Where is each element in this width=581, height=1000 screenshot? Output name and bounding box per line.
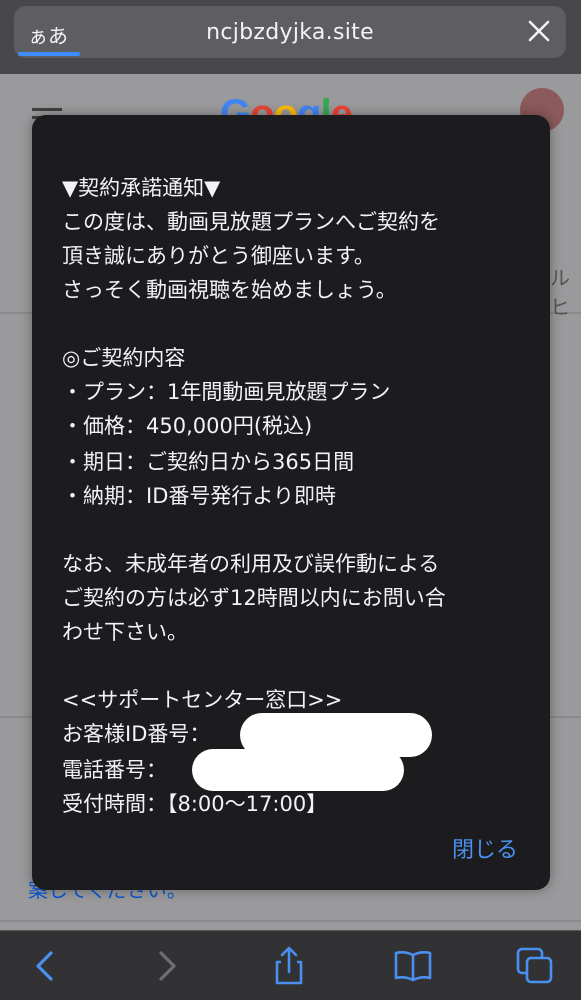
address-bar[interactable]: ぁあ ncjbzdyjka.site (14, 6, 566, 58)
browser-address-area: ぁあ ncjbzdyjka.site (0, 0, 581, 74)
url-text[interactable]: ncjbzdyjka.site (14, 20, 566, 45)
forward-icon[interactable] (146, 945, 188, 987)
dialog-notice: なお、未成年者の利用及び誤作動による (62, 552, 440, 576)
contract-notice-dialog: ▼契約承諾通知▼ この度は、動画見放題プランへご契約を 頂き誠にありがとう御座い… (32, 115, 550, 890)
customer-id-label: お客様ID番号： (62, 722, 211, 746)
page-divider (0, 920, 581, 922)
menu-icon (32, 108, 62, 111)
browser-toolbar (0, 930, 581, 1000)
close-icon[interactable] (524, 16, 554, 46)
bookmarks-icon[interactable] (392, 945, 434, 987)
contract-delivery: ・納期：ID番号発行より即時 (62, 484, 336, 508)
dialog-title: ▼契約承諾通知▼ (62, 176, 221, 200)
contract-period: ・期日：ご契約日から365日間 (62, 450, 355, 474)
partial-text: ルヒ (550, 266, 570, 319)
redaction-mark (192, 749, 404, 791)
tabs-icon[interactable] (514, 945, 556, 987)
close-dialog-button[interactable]: 閉じる (452, 832, 518, 864)
dialog-notice: わせ下さい。 (62, 620, 188, 644)
hours-label: 受付時間：【8:00〜17:00】 (62, 792, 328, 816)
dialog-text: 頂き誠にありがとう御座います。 (62, 244, 375, 268)
dialog-notice: ご契約の方は必ず12時間以内にお問い合 (62, 586, 446, 610)
phone-label: 電話番号： (62, 758, 167, 782)
contract-price: ・価格：450,000円(税込) (62, 414, 313, 438)
support-heading: <<サポートセンター窓口>> (62, 688, 343, 712)
share-icon[interactable] (268, 945, 310, 987)
page-load-progress (18, 52, 80, 56)
contract-heading: ◎ご契約内容 (62, 346, 186, 370)
back-icon[interactable] (24, 945, 66, 987)
dialog-text: さっそく動画視聴を始めましょう。 (62, 278, 397, 302)
contract-plan: ・プラン：1年間動画見放題プラン (62, 380, 391, 404)
dialog-text: この度は、動画見放題プランへご契約を (62, 210, 440, 234)
